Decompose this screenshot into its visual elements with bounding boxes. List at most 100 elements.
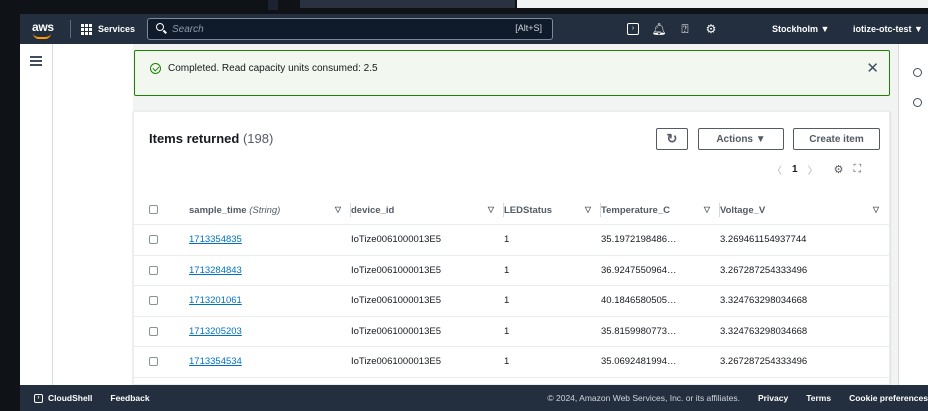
column-header-voltage[interactable]: Voltage_V ▽ xyxy=(720,196,889,225)
aws-logo[interactable]: aws xyxy=(20,14,70,44)
left-content-column xyxy=(53,44,133,385)
close-icon[interactable]: ✕ xyxy=(866,59,879,77)
cell-sample-time: 1713201061 xyxy=(189,285,351,317)
row-checkbox[interactable] xyxy=(149,235,158,245)
help-icon[interactable]: ⍰ xyxy=(672,14,698,44)
feedback-link[interactable]: Feedback xyxy=(110,393,149,403)
sort-icon[interactable]: ▽ xyxy=(585,205,591,214)
cell-device-id: IoTize0061000013E5 xyxy=(351,255,504,286)
background-window-fragment xyxy=(300,0,515,8)
cloudshell-button[interactable]: › CloudShell xyxy=(20,393,92,403)
terms-link[interactable]: Terms xyxy=(806,393,831,403)
cell-sample-time: 1713284843 xyxy=(189,255,351,286)
row-checkbox[interactable] xyxy=(149,326,158,336)
apps-grid-icon xyxy=(81,23,92,35)
next-page-button[interactable]: 〉 xyxy=(808,162,818,177)
success-flash-banner: Completed. Read capacity units consumed:… xyxy=(134,50,890,96)
sample-time-link[interactable]: 1713201061 xyxy=(189,295,242,306)
pagination: 〈 1 〉 ⚙ ⛶ xyxy=(772,162,861,177)
preferences-gear-icon[interactable]: ⚙ xyxy=(834,163,844,176)
aws-smile-icon xyxy=(33,33,51,39)
column-header-sample-time[interactable]: sample_time (String) ▽ xyxy=(189,196,351,225)
cloudshell-icon[interactable]: › xyxy=(620,14,646,44)
cell-device-id: IoTize0061000013E5 xyxy=(351,316,504,347)
cell-sample-time: 1713354835 xyxy=(189,224,351,256)
top-navigation-bar: aws Services [Alt+S] › 🔔︎ ⍰ ⚙ Stockholm … xyxy=(20,14,928,44)
cell-temperature: 35.1972198486… xyxy=(601,224,720,256)
prev-page-button[interactable]: 〈 xyxy=(772,162,782,177)
cell-voltage: 3.267287254333496 xyxy=(720,346,889,378)
column-name: device_id xyxy=(351,204,395,216)
cell-ledstatus: 1 xyxy=(504,224,601,256)
column-name: sample_time xyxy=(189,204,247,216)
actions-dropdown-button[interactable]: Actions ▼ xyxy=(698,128,784,150)
row-checkbox[interactable] xyxy=(149,265,158,275)
sample-time-link[interactable]: 1713205203 xyxy=(189,326,242,337)
create-item-button[interactable]: Create item xyxy=(793,128,880,150)
panel-title: Items returned (198) xyxy=(149,131,273,146)
fullscreen-expand-icon[interactable]: ⛶ xyxy=(853,163,861,176)
column-header-ledstatus[interactable]: LEDStatus ▽ xyxy=(504,196,601,225)
column-name: Voltage_V xyxy=(720,204,766,216)
privacy-link[interactable]: Privacy xyxy=(758,393,788,403)
current-page-number[interactable]: 1 xyxy=(792,164,798,175)
row-select-cell xyxy=(134,255,189,286)
refresh-button[interactable]: ↻ xyxy=(656,128,688,150)
search-input[interactable] xyxy=(168,23,476,35)
menu-hamburger-icon[interactable] xyxy=(30,56,42,66)
row-select-cell xyxy=(134,285,189,317)
column-header-device-id[interactable]: device_id ▽ xyxy=(351,196,504,225)
table-row[interactable]: 1713354534 IoTize0061000013E5 1 35.06924… xyxy=(134,346,889,378)
cell-ledstatus: 1 xyxy=(504,285,601,317)
account-menu[interactable]: iotize-otc-test ▼ xyxy=(853,14,923,44)
search-shortcut-hint: [Alt+S] xyxy=(515,23,542,33)
cloudshell-label: CloudShell xyxy=(48,393,93,403)
table-row[interactable]: 1713354835 IoTize0061000013E5 1 35.19721… xyxy=(134,224,889,256)
row-select-cell xyxy=(134,224,189,256)
aws-logo-text: aws xyxy=(32,20,54,34)
region-selector[interactable]: Stockholm ▼ xyxy=(772,14,829,44)
cell-sample-time: 1713354534 xyxy=(189,346,351,378)
cell-ledstatus: 1 xyxy=(504,316,601,347)
items-count: (198) xyxy=(242,131,274,146)
background-window-strip xyxy=(0,0,928,14)
history-icon[interactable] xyxy=(913,98,922,107)
sort-icon[interactable]: ▽ xyxy=(704,205,710,214)
services-label: Services xyxy=(98,24,136,34)
table-row[interactable]: 1713284843 IoTize0061000013E5 1 36.92475… xyxy=(134,255,889,286)
sample-time-link[interactable]: 1713354534 xyxy=(189,356,242,367)
sort-icon[interactable]: ▽ xyxy=(488,205,494,214)
sample-time-link[interactable]: 1713284843 xyxy=(189,265,242,276)
table-row[interactable]: 1713205203 IoTize0061000013E5 1 35.81599… xyxy=(134,316,889,347)
cell-sample-time: 1713205203 xyxy=(189,316,351,347)
column-type: (String) xyxy=(249,204,281,216)
cell-device-id: IoTize0061000013E5 xyxy=(351,285,504,317)
info-icon[interactable] xyxy=(913,68,922,77)
nav-icon-group: › 🔔︎ ⍰ ⚙ xyxy=(620,14,724,44)
sort-icon[interactable]: ▽ xyxy=(873,205,879,214)
cell-voltage: 3.324763298034668 xyxy=(720,316,889,347)
cell-device-id: IoTize0061000013E5 xyxy=(351,346,504,378)
cell-device-id: IoTize0061000013E5 xyxy=(351,224,504,256)
select-all-checkbox[interactable] xyxy=(149,205,158,215)
search-box[interactable]: [Alt+S] xyxy=(147,18,553,40)
side-navigation-rail xyxy=(20,44,53,385)
cookie-preferences-link[interactable]: Cookie preferences xyxy=(849,393,928,403)
settings-gear-icon[interactable]: ⚙ xyxy=(698,14,724,44)
notifications-bell-icon[interactable]: 🔔︎ xyxy=(646,14,672,44)
column-header-temperature[interactable]: Temperature_C ▽ xyxy=(601,196,720,225)
row-checkbox[interactable] xyxy=(149,296,158,306)
background-window-fragment xyxy=(517,0,928,8)
row-checkbox[interactable] xyxy=(149,357,158,367)
sample-time-link[interactable]: 1713354835 xyxy=(189,234,242,245)
sort-icon[interactable]: ▽ xyxy=(335,205,341,214)
console-footer: › CloudShell Feedback © 2024, Amazon Web… xyxy=(20,385,928,411)
cell-voltage: 3.324763298034668 xyxy=(720,285,889,317)
footer-links: © 2024, Amazon Web Services, Inc. or its… xyxy=(547,385,928,411)
items-returned-panel: Items returned (198) ↻ Actions ▼ Create … xyxy=(133,111,890,408)
table-row[interactable]: 1713201061 IoTize0061000013E5 1 40.18465… xyxy=(134,285,889,317)
services-menu-button[interactable]: Services xyxy=(71,14,145,44)
cell-temperature: 40.1846580505… xyxy=(601,285,720,317)
right-utility-rail xyxy=(898,44,928,385)
column-name: Temperature_C xyxy=(601,204,670,216)
